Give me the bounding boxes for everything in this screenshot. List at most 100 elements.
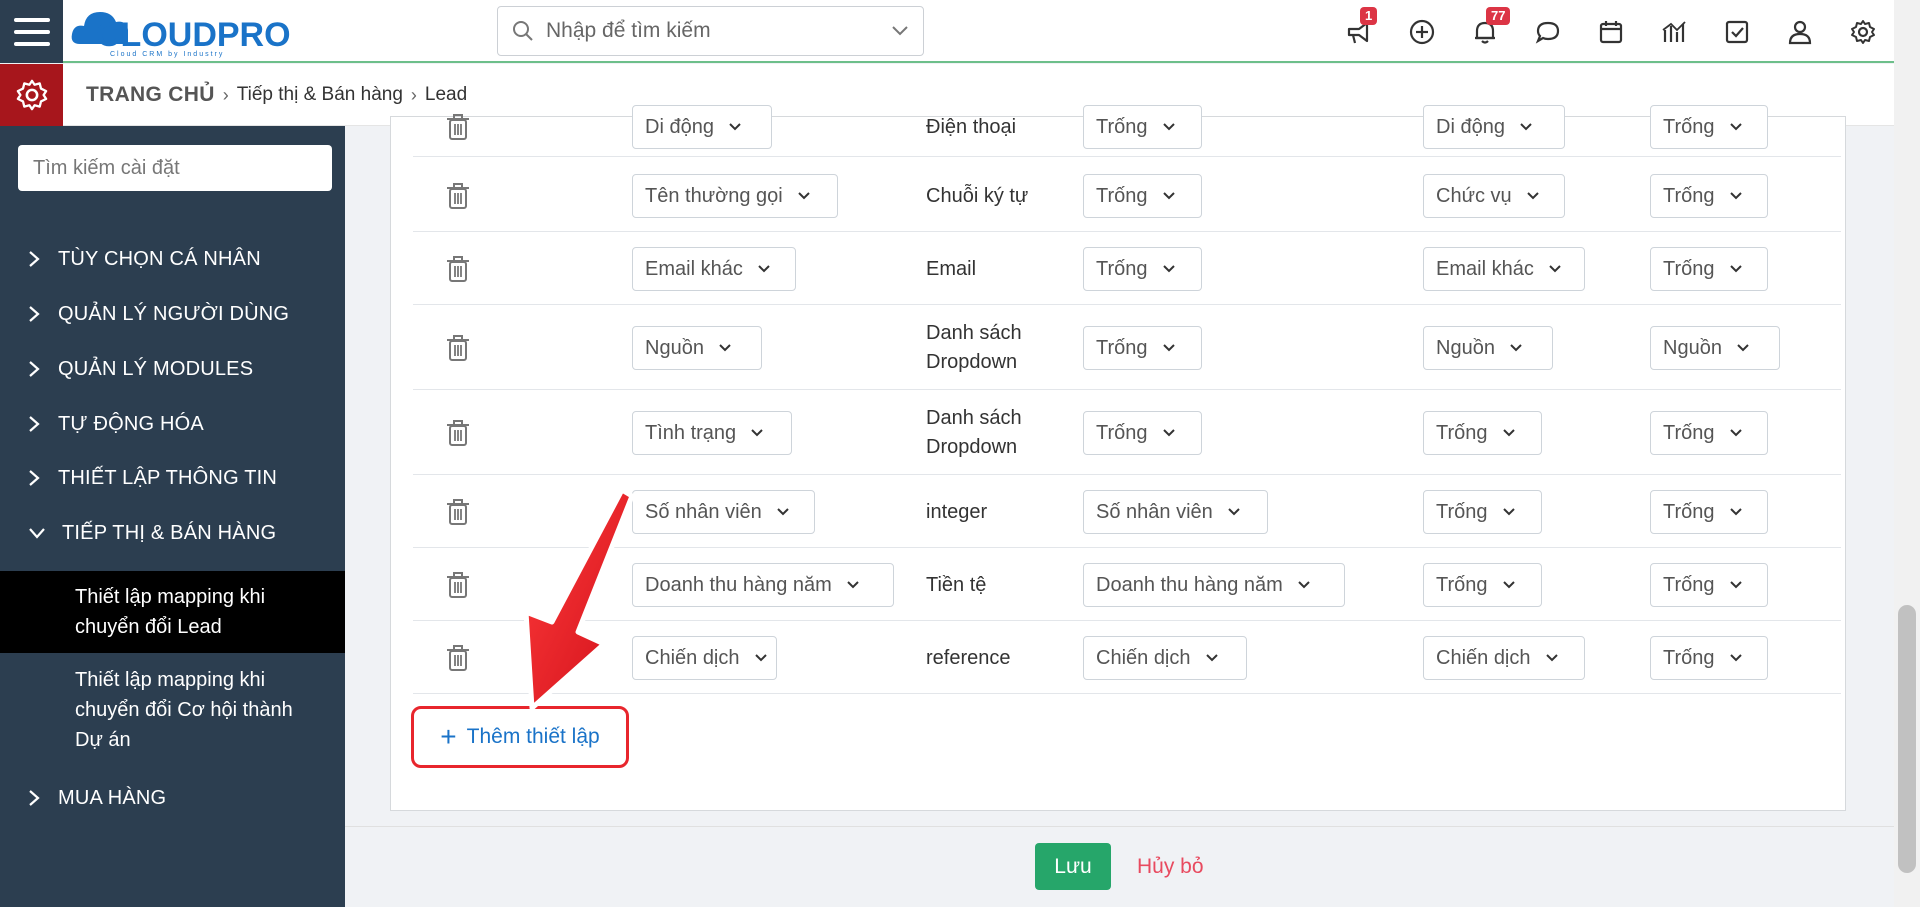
chevron-down-icon [1729, 653, 1743, 663]
chevron-down-icon [1162, 428, 1176, 438]
lead-field-select[interactable]: Email khác [632, 247, 796, 291]
lead-field-select[interactable]: Tình trạng [632, 411, 792, 455]
opportunity-field-select[interactable]: Trống [1650, 411, 1768, 455]
select-value: Tình trạng [645, 421, 737, 444]
search-icon [513, 21, 533, 41]
field-type-label: Chuỗi ký tự [926, 185, 1029, 207]
sidebar-item-automation[interactable]: TỰ ĐỘNG HÓA [28, 409, 204, 439]
trash-icon[interactable] [445, 419, 471, 447]
select-value: Số nhân viên [645, 500, 762, 523]
breadcrumb-level1[interactable]: Tiếp thị & Bán hàng [237, 84, 403, 106]
lead-field-select[interactable]: Nguồn [632, 326, 762, 370]
organization-field-select[interactable]: Trống [1423, 490, 1542, 534]
contact-field-select[interactable]: Trống [1083, 411, 1202, 455]
contact-field-select[interactable]: Doanh thu hàng năm [1083, 563, 1345, 607]
notifications-button[interactable]: 77 [1466, 6, 1511, 51]
contact-field-select[interactable]: Chiến dịch [1083, 636, 1247, 680]
cloudpro-logo[interactable]: CLOUDPRO Cloud CRM by Industry [70, 4, 300, 58]
settings-search-input[interactable]: Tìm kiếm cài đặt [18, 145, 332, 191]
trash-icon[interactable] [445, 498, 471, 526]
sidebar-item-info-setup[interactable]: THIẾT LẬP THÔNG TIN [28, 463, 277, 493]
gear-icon [1851, 19, 1875, 44]
opportunity-field-select[interactable]: Trống [1650, 174, 1768, 218]
select-value: Trống [1663, 184, 1715, 207]
opportunity-field-select[interactable]: Trống [1650, 636, 1768, 680]
global-search-input[interactable]: Nhập để tìm kiếm [497, 6, 924, 56]
chevron-right-icon [28, 789, 50, 807]
sidebar-item-purchasing[interactable]: MUA HÀNG [28, 783, 166, 813]
settings-toggle[interactable] [0, 64, 63, 126]
save-button[interactable]: Lưu [1035, 843, 1111, 890]
select-value: Chiến dịch [1096, 646, 1191, 669]
user-profile-button[interactable] [1781, 13, 1819, 51]
trash-icon[interactable] [445, 571, 471, 599]
scrollbar-thumb[interactable] [1898, 605, 1916, 873]
select-value: Trống [1436, 421, 1488, 444]
announcement-button[interactable]: 1 [1340, 6, 1378, 51]
logo-tagline: Cloud CRM by Industry [110, 51, 224, 58]
organization-field-select[interactable]: Trống [1423, 411, 1542, 455]
sidebar-item-personal[interactable]: TÙY CHỌN CÁ NHÂN [28, 244, 261, 274]
lead-field-select[interactable]: Chiến dịch [632, 636, 777, 680]
mapping-row: Doanh thu hàng năm Tiền tệ Doanh thu hàn… [413, 548, 1841, 621]
opportunity-field-select[interactable]: Trống [1650, 490, 1768, 534]
lead-field-select[interactable]: Doanh thu hàng năm [632, 563, 894, 607]
lead-field-select[interactable]: Tên thường gọi [632, 174, 838, 218]
chat-button[interactable] [1529, 13, 1567, 51]
field-type-label: integer [926, 501, 988, 523]
sidebar-item-modules[interactable]: QUẢN LÝ MODULES [28, 354, 253, 384]
gear-icon [16, 79, 47, 111]
sidebar-item-marketing-sales[interactable]: TIẾP THỊ & BÁN HÀNG [28, 518, 276, 548]
tasks-button[interactable] [1718, 13, 1756, 51]
chevron-down-icon [1162, 343, 1176, 353]
select-value: Doanh thu hàng năm [1096, 573, 1283, 596]
opportunity-field-select[interactable]: Trống [1650, 247, 1768, 291]
organization-field-select[interactable]: Chức vụ [1423, 174, 1565, 218]
lead-field-select[interactable]: Di động [632, 105, 772, 149]
organization-field-select[interactable]: Di động [1423, 105, 1565, 149]
calendar-button[interactable] [1592, 13, 1630, 51]
contact-field-select[interactable]: Trống [1083, 105, 1202, 149]
trash-icon[interactable] [445, 182, 471, 210]
chevron-right-icon [28, 305, 50, 323]
opportunity-field-select[interactable]: Trống [1650, 105, 1768, 149]
quick-create-button[interactable] [1403, 13, 1441, 51]
reports-button[interactable] [1655, 13, 1693, 51]
hamburger-menu-icon[interactable] [0, 0, 63, 63]
organization-field-select[interactable]: Nguồn [1423, 326, 1553, 370]
sidebar-subitem-opportunity-mapping[interactable]: Thiết lập mapping khi chuyển đổi Cơ hội … [0, 653, 345, 763]
select-value: Trống [1436, 500, 1488, 523]
trash-icon[interactable] [445, 255, 471, 283]
contact-field-select[interactable]: Trống [1083, 247, 1202, 291]
sidebar-item-users[interactable]: QUẢN LÝ NGƯỜI DÙNG [28, 299, 289, 329]
field-type-label: reference [926, 647, 1011, 669]
contact-field-select[interactable]: Số nhân viên [1083, 490, 1268, 534]
sidebar-subitem-lead-mapping[interactable]: Thiết lập mapping khi chuyển đổi Lead [0, 571, 345, 653]
chat-bubble-icon [1535, 21, 1560, 44]
trash-icon[interactable] [445, 644, 471, 672]
trash-icon[interactable] [445, 334, 471, 362]
cancel-button[interactable]: Hủy bỏ [1137, 855, 1204, 879]
select-value: Email khác [645, 257, 743, 280]
trash-icon[interactable] [445, 113, 471, 141]
page-scrollbar[interactable] [1894, 0, 1920, 907]
mapping-row: Tên thường gọi Chuỗi ký tự Trống Chức vụ… [413, 159, 1841, 232]
contact-field-select[interactable]: Trống [1083, 326, 1202, 370]
lead-field-select[interactable]: Số nhân viên [632, 490, 815, 534]
contact-field-select[interactable]: Trống [1083, 174, 1202, 218]
select-value: Trống [1096, 115, 1148, 138]
opportunity-field-select[interactable]: Trống [1650, 563, 1768, 607]
add-setting-button[interactable]: + Thêm thiết lập [411, 706, 629, 768]
opportunity-field-select[interactable]: Nguồn [1650, 326, 1780, 370]
select-value: Trống [1096, 257, 1148, 280]
select-value: Trống [1436, 573, 1488, 596]
mapping-row: Di động Điện thoại Trống Di động Trống [413, 96, 1841, 157]
organization-field-select[interactable]: Email khác [1423, 247, 1585, 291]
chevron-right-icon: › [222, 84, 229, 105]
chevron-down-icon [1729, 122, 1743, 132]
organization-field-select[interactable]: Trống [1423, 563, 1542, 607]
breadcrumb-home[interactable]: TRANG CHỦ [86, 83, 215, 107]
organization-field-select[interactable]: Chiến dịch [1423, 636, 1585, 680]
form-footer: Lưu Hủy bỏ [345, 826, 1894, 907]
settings-button[interactable] [1844, 13, 1882, 51]
